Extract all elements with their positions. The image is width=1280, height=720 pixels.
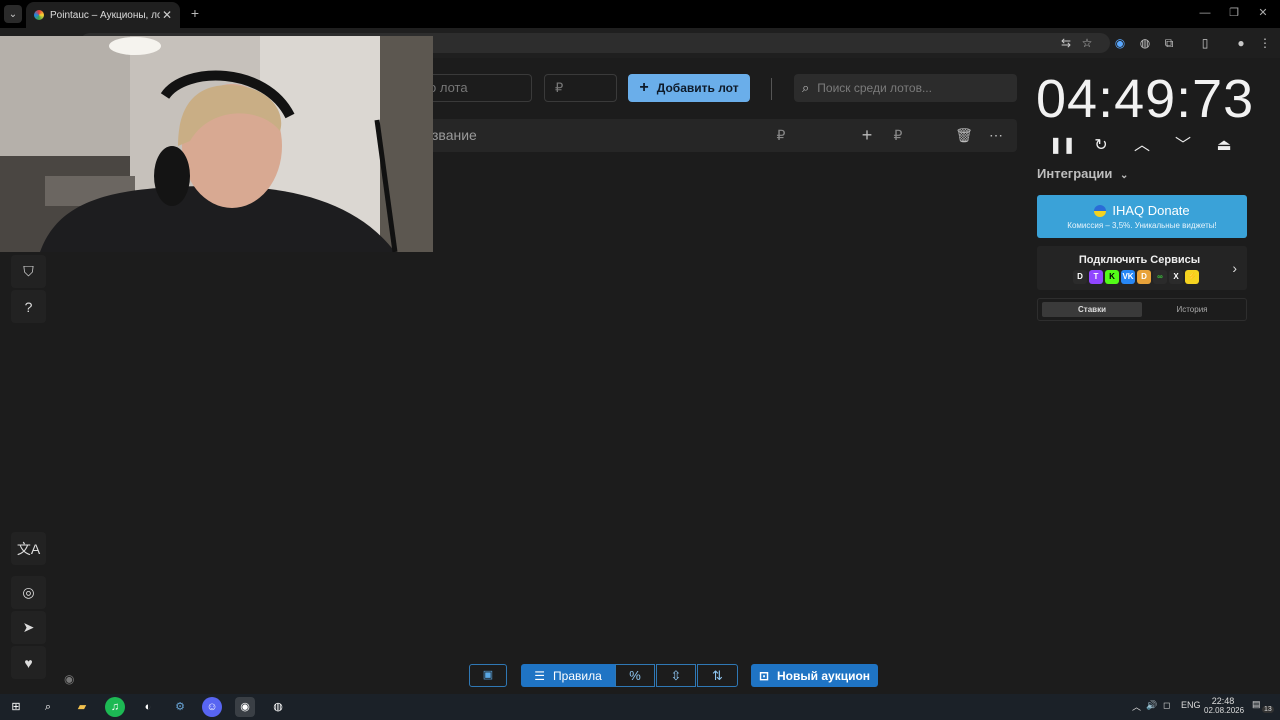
yellow-service-icon: ⚡: [1185, 270, 1199, 284]
language-indicator[interactable]: ENG: [1181, 700, 1201, 710]
clock-date: 02.08.2026: [1204, 706, 1245, 715]
lot-row-add-icon[interactable]: +: [858, 126, 876, 144]
webcam-overlay: [0, 36, 433, 252]
save-icon[interactable]: ▣: [469, 664, 507, 687]
timer-up-double-icon[interactable]: ⏏: [1213, 136, 1235, 156]
donatepay-icon: D: [1137, 270, 1151, 284]
side-panel-icon[interactable]: ▯: [1197, 35, 1213, 51]
windows-start-icon[interactable]: ⊞: [6, 697, 26, 717]
x-service-icon: X: [1169, 270, 1183, 284]
search-icon: ⌕: [802, 80, 810, 95]
tray-overflow-icon[interactable]: ︿: [1132, 700, 1141, 713]
plus-icon: +: [639, 79, 649, 96]
file-explorer-icon[interactable]: ▰: [72, 697, 92, 717]
compress-icon[interactable]: ⇳: [656, 664, 696, 687]
translate-language-icon[interactable]: 文A: [11, 532, 46, 565]
search-taskbar-icon[interactable]: ⌕: [38, 697, 58, 717]
browser-tab-active[interactable]: Pointauc – Аукционы, лотереи ✕: [26, 2, 180, 28]
more-options-icon[interactable]: ⋯: [987, 126, 1005, 144]
lot-name-input[interactable]: о лота: [420, 74, 532, 102]
chrome-icon[interactable]: ◉: [235, 697, 255, 717]
sort-icon[interactable]: ⇅: [697, 664, 738, 687]
vk-icon: VK: [1121, 270, 1135, 284]
extension-icon[interactable]: ◍: [1137, 35, 1153, 51]
new-tab-button[interactable]: +: [188, 6, 202, 20]
profile-avatar-icon[interactable]: ●: [1233, 35, 1249, 51]
browser-menu-icon[interactable]: ⋮: [1257, 35, 1273, 51]
donate-logo-icon: [1094, 204, 1107, 217]
auction-timer: 04:49:73: [1036, 69, 1255, 129]
new-auction-label: Новый аукцион: [777, 668, 871, 683]
timer-down-icon[interactable]: ﹀: [1172, 136, 1194, 156]
chevron-down-icon: ⌄: [1119, 170, 1129, 181]
minimize-icon[interactable]: —: [1198, 6, 1212, 20]
rules-label: Правила: [553, 668, 602, 683]
lot-row: звание ₽ + ₽ 🗑 ⋯: [420, 119, 1017, 152]
donate-integration-card[interactable]: IHAQ Donate Комиссия – 3,5%. Уникальные …: [1037, 195, 1247, 238]
telegram-icon[interactable]: ➤: [11, 611, 46, 644]
timer-up-icon[interactable]: ︿: [1131, 136, 1153, 156]
new-auction-icon: ⊡: [758, 668, 770, 683]
bids-history-tabs: Ставки История: [1037, 298, 1247, 321]
donationalerts-icon: D: [1073, 270, 1087, 284]
add-lot-button[interactable]: + Добавить лот: [628, 74, 750, 102]
audio-playing-icon[interactable]: ◉: [1112, 35, 1128, 51]
tab-close-icon[interactable]: ✕: [160, 8, 174, 22]
percent-button[interactable]: %: [615, 664, 655, 687]
lot-row-add-currency[interactable]: ₽: [889, 126, 907, 144]
rules-icon: ☰: [534, 668, 546, 683]
steam-icon[interactable]: ⚙: [170, 697, 190, 717]
discord-icon[interactable]: ☺: [202, 697, 222, 717]
volume-icon[interactable]: 🔊: [1146, 700, 1157, 711]
notifications-count: 13: [1262, 706, 1274, 713]
donate-title: IHAQ Donate: [1112, 203, 1190, 218]
puzzle-extensions-icon[interactable]: ⧉: [1161, 35, 1177, 51]
search-placeholder: Поиск среди лотов...: [817, 81, 932, 95]
eye-icon[interactable]: ◉: [64, 672, 74, 686]
window-close-icon[interactable]: ✕: [1256, 6, 1270, 20]
lot-row-currency: ₽: [776, 127, 786, 143]
lot-search-input[interactable]: ⌕ Поиск среди лотов...: [794, 74, 1017, 102]
restore-icon[interactable]: ❐: [1227, 6, 1241, 20]
delete-icon[interactable]: 🗑: [955, 126, 973, 144]
lot-row-name[interactable]: звание: [432, 127, 477, 143]
github-icon[interactable]: ◎: [11, 576, 46, 609]
services-icons: D T K VK D ∞ X ⚡: [1073, 270, 1199, 284]
bookmark-star-icon[interactable]: ☆: [1079, 35, 1095, 51]
integrations-label: Интеграции: [1037, 166, 1113, 181]
help-icon[interactable]: ?: [11, 290, 46, 323]
chevron-right-icon: ›: [1232, 260, 1237, 276]
windows-taskbar: [0, 694, 1280, 720]
toolbar-divider: [771, 78, 772, 100]
tab-search-dropdown-icon[interactable]: ⌄: [4, 5, 22, 23]
site-favicon-icon: [34, 10, 44, 20]
network-icon[interactable]: ◻: [1163, 700, 1170, 711]
new-auction-button[interactable]: ⊡ Новый аукцион: [751, 664, 878, 687]
infinity-service-icon: ∞: [1153, 270, 1167, 284]
twitch-icon: T: [1089, 270, 1103, 284]
shield-icon[interactable]: ⛉: [11, 255, 46, 288]
pause-icon[interactable]: ❚❚: [1049, 136, 1076, 156]
tab-history[interactable]: История: [1142, 302, 1242, 317]
webcam-image: [0, 36, 433, 252]
donate-heart-icon[interactable]: ♥: [11, 646, 46, 679]
reset-timer-icon[interactable]: ↻: [1090, 136, 1112, 156]
rules-button[interactable]: ☰ Правила: [521, 664, 615, 687]
tab-bids[interactable]: Ставки: [1042, 302, 1142, 317]
app-icon[interactable]: ◐: [138, 697, 158, 717]
tab-title: Pointauc – Аукционы, лотереи: [50, 9, 160, 21]
services-title: Подключить Сервисы: [1078, 254, 1201, 266]
notifications-icon[interactable]: ▤: [1252, 699, 1261, 710]
spotify-icon[interactable]: ♫: [105, 697, 125, 717]
connect-services-card[interactable]: Подключить Сервисы D T K VK D ∞ X ⚡ ›: [1037, 246, 1247, 290]
clock-time: 22:48: [1211, 696, 1235, 706]
obs-icon[interactable]: ◍: [268, 697, 288, 717]
donate-subtitle: Комиссия – 3,5%. Уникальные виджеты!: [1067, 221, 1217, 230]
clock[interactable]: 22:48 02.08.2026: [1204, 696, 1245, 715]
kick-icon: K: [1105, 270, 1119, 284]
add-lot-label: Добавить лот: [656, 81, 739, 95]
lot-price-input[interactable]: ₽: [544, 74, 617, 102]
integrations-dropdown[interactable]: Интеграции ⌄: [1037, 166, 1128, 181]
translate-icon[interactable]: ⇆: [1058, 35, 1074, 51]
